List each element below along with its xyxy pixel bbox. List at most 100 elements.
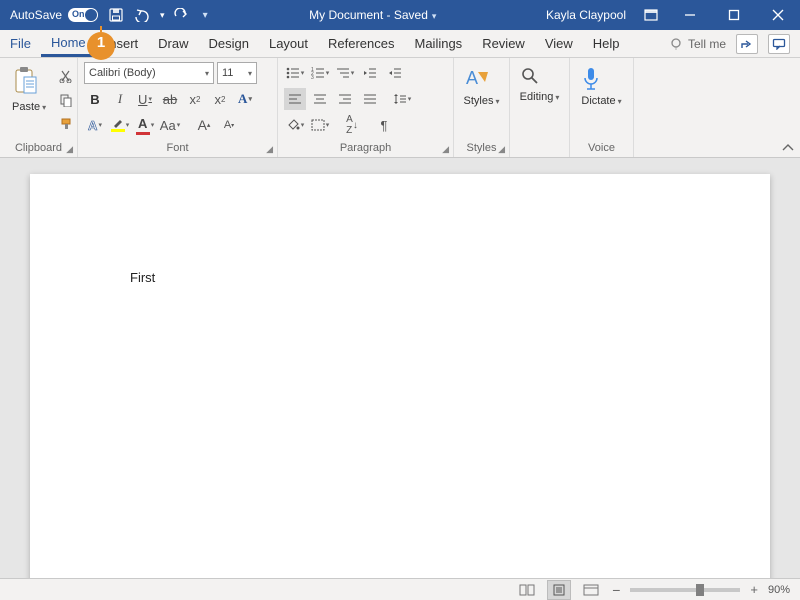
sort-button[interactable]: AZ↓ (341, 114, 363, 136)
subscript-button[interactable]: x2 (184, 88, 206, 110)
tab-design[interactable]: Design (199, 30, 259, 57)
align-right-button[interactable] (334, 88, 356, 110)
multilevel-list-button[interactable] (334, 62, 356, 84)
align-left-button[interactable] (284, 88, 306, 110)
numbering-icon: 123 (311, 67, 325, 79)
zoom-out-button[interactable]: − (612, 582, 620, 598)
ribbon-display-options[interactable] (634, 9, 668, 21)
line-spacing-icon (393, 93, 407, 105)
align-center-button[interactable] (309, 88, 331, 110)
autosave-toggle[interactable]: On (68, 8, 98, 22)
paste-icon (12, 66, 38, 98)
numbering-button[interactable]: 123 (309, 62, 331, 84)
document-page[interactable]: First (30, 174, 770, 578)
title-bar: AutoSave On ▾ ▾ My Document - Saved Kayl… (0, 0, 800, 30)
tab-help[interactable]: Help (583, 30, 630, 57)
microphone-icon (581, 66, 601, 92)
group-paragraph: 123 AZ↓ ¶ Paragraph◢ (278, 58, 454, 157)
font-color-button[interactable]: A (134, 114, 156, 136)
zoom-slider[interactable] (630, 588, 740, 592)
collapse-ribbon-button[interactable] (776, 58, 800, 157)
bulb-icon (670, 37, 684, 51)
tab-file[interactable]: File (0, 30, 41, 57)
shrink-font-button[interactable]: A▾ (218, 114, 240, 136)
align-right-icon (338, 93, 352, 105)
shading-button[interactable] (284, 114, 306, 136)
copy-icon (59, 93, 73, 107)
zoom-slider-thumb[interactable] (696, 584, 704, 596)
underline-button[interactable]: U (134, 88, 156, 110)
paste-label: Paste (12, 101, 46, 113)
font-outline-button[interactable]: A (84, 114, 106, 136)
font-size-select[interactable]: 11 (217, 62, 257, 84)
highlight-button[interactable] (109, 114, 131, 136)
zoom-value[interactable]: 90% (768, 584, 790, 596)
styles-button[interactable]: A Styles (458, 62, 506, 111)
highlight-icon (112, 118, 124, 128)
user-name[interactable]: Kayla Claypool (538, 8, 634, 22)
tab-mailings[interactable]: Mailings (405, 30, 473, 57)
save-icon[interactable] (108, 7, 124, 23)
cut-button[interactable] (56, 66, 76, 86)
borders-button[interactable] (309, 114, 331, 136)
tab-references[interactable]: References (318, 30, 404, 57)
bold-button[interactable]: B (84, 88, 106, 110)
group-clipboard: Paste Clipboard ◢ (0, 58, 78, 157)
redo-button[interactable] (173, 8, 189, 22)
text-effects-button[interactable]: A (234, 88, 256, 110)
share-icon (740, 38, 754, 50)
window-title: My Document - Saved (208, 8, 538, 22)
editing-button[interactable]: Editing (514, 62, 566, 107)
document-workspace[interactable]: First (0, 158, 800, 578)
document-body-text[interactable]: First (130, 270, 155, 285)
tell-me-search[interactable]: Tell me (670, 37, 726, 51)
cut-icon (59, 69, 73, 83)
dictate-button[interactable]: Dictate (575, 62, 627, 111)
justify-button[interactable] (359, 88, 381, 110)
grow-font-button[interactable]: A▴ (193, 114, 215, 136)
chevron-up-icon (782, 143, 794, 153)
print-layout-button[interactable] (548, 581, 570, 599)
line-spacing-button[interactable] (391, 88, 413, 110)
dictate-label: Dictate (581, 95, 621, 107)
tab-review[interactable]: Review (472, 30, 535, 57)
paint-bucket-icon (286, 119, 300, 131)
styles-launcher-icon[interactable]: ◢ (498, 144, 505, 155)
tab-layout[interactable]: Layout (259, 30, 318, 57)
bullets-button[interactable] (284, 62, 306, 84)
increase-indent-button[interactable] (384, 62, 406, 84)
bullets-icon (286, 67, 300, 79)
format-painter-button[interactable] (56, 114, 76, 134)
tab-view[interactable]: View (535, 30, 583, 57)
italic-button[interactable]: I (109, 88, 131, 110)
maximize-button[interactable] (712, 0, 756, 30)
decrease-indent-button[interactable] (359, 62, 381, 84)
clipboard-label: Clipboard (15, 142, 62, 154)
strikethrough-button[interactable]: ab (159, 88, 181, 110)
zoom-in-button[interactable]: + (750, 582, 758, 597)
quick-access-toolbar: ▾ ▾ (108, 7, 208, 23)
share-button[interactable] (736, 34, 758, 54)
voice-group-label: Voice (588, 142, 615, 154)
comments-button[interactable] (768, 34, 790, 54)
change-case-button[interactable]: Aa (159, 114, 181, 136)
copy-button[interactable] (56, 90, 76, 110)
show-marks-button[interactable]: ¶ (373, 114, 395, 136)
tab-draw[interactable]: Draw (148, 30, 198, 57)
minimize-button[interactable] (668, 0, 712, 30)
paragraph-launcher-icon[interactable]: ◢ (442, 144, 449, 155)
clipboard-launcher-icon[interactable]: ◢ (66, 144, 73, 155)
undo-button[interactable] (132, 8, 152, 22)
undo-more-icon[interactable]: ▾ (160, 10, 165, 21)
paste-button[interactable]: Paste (6, 62, 52, 117)
web-layout-button[interactable] (580, 581, 602, 599)
read-mode-button[interactable] (516, 581, 538, 599)
font-name-select[interactable]: Calibri (Body) (84, 62, 214, 84)
close-button[interactable] (756, 0, 800, 30)
superscript-button[interactable]: x2 (209, 88, 231, 110)
tutorial-callout: 1 (86, 26, 116, 62)
group-font: Calibri (Body) 11 B I U ab x2 x2 A A A A… (78, 58, 278, 157)
align-left-icon (288, 93, 302, 105)
font-launcher-icon[interactable]: ◢ (266, 144, 273, 155)
group-styles: A Styles Styles◢ (454, 58, 510, 157)
